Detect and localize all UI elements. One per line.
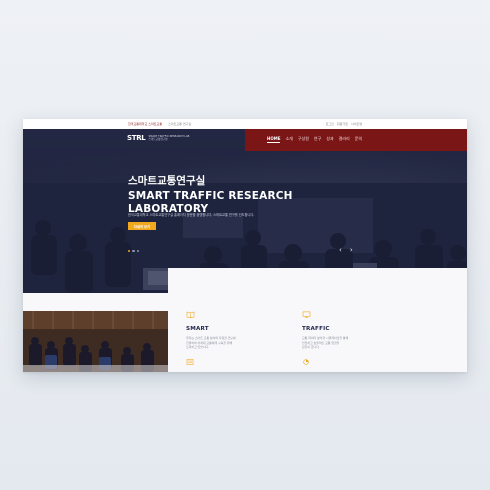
chart-icon [303,359,309,365]
nav-item-about[interactable]: 소개 [285,136,292,143]
feature-card-desc: 우리는 스마트 교통 분야의 다양한 연구를 [186,336,236,340]
nav-item-gallery[interactable]: 갤러리 [339,136,350,143]
nav-item-research[interactable]: 연구 [314,136,321,143]
hero-title-korean: 스마트교통연구실 [128,175,206,187]
nav-item-members[interactable]: 구성원 [298,136,309,143]
hero-title-english-line1: SMART TRAFFIC RESEARCH [128,190,293,202]
feature-card-title: TRAFFIC [302,326,330,332]
feature-card-smart: SMART 우리는 스마트 교통 분야의 다양한 연구를 진행하며 차세대 교통… [186,307,236,369]
logo-mark: STRL [127,134,146,142]
slider-dot-1[interactable] [128,250,131,253]
logo-subtitle: SMART TRAFFIC RESEARCH LAB 스마트교통연구실 [148,135,189,141]
slider-arrows: ‹ › [339,246,353,254]
login-link[interactable]: 로그인 [326,122,334,126]
slider-dot-2[interactable] [132,250,135,253]
slider-dot-3[interactable] [136,250,140,253]
sitemap-link[interactable]: 사이트맵 [351,122,362,126]
nav-item-home[interactable]: HOME [267,136,281,143]
feature-card-desc: 교통 데이터 분석과 시뮬레이션을 통해 [302,336,349,340]
monitor-icon [302,311,311,318]
slider-prev-icon[interactable]: ‹ [339,246,342,254]
hero-more-button[interactable]: 자세히 보기 [128,222,156,230]
site-logo[interactable]: STRL SMART TRAFFIC RESEARCH LAB 스마트교통연구실 [127,134,189,142]
slider-next-icon[interactable]: › [350,246,353,254]
slider-dots [128,250,140,253]
signup-link[interactable]: 회원가입 [337,122,348,126]
intro-section: SMART 우리는 스마트 교통 분야의 다양한 연구를 진행하며 차세대 교통… [23,268,467,372]
website-mockup: 한국교통대학교 스마트교통 스마트교통 연구실 로그인 회원가입 사이트맵 HO… [23,119,467,372]
logo-subtitle-kr: 스마트교통연구실 [148,138,168,141]
utility-bar: 한국교통대학교 스마트교통 스마트교통 연구실 로그인 회원가입 사이트맵 [23,119,467,129]
nav-item-contact[interactable]: 문의 [355,136,362,143]
lab-seminar-photo [23,311,168,372]
hero-title: 스마트교통연구실 SMART TRAFFIC RESEARCH LABORATO… [128,173,293,215]
feature-card-desc: 노력하고 있습니다. [186,345,210,350]
main-nav: HOME 소개 구성원 연구 성과 갤러리 문의 [267,136,362,143]
feature-card-title: SMART [186,326,209,332]
feature-card-traffic: TRAFFIC 교통 데이터 분석과 시뮬레이션을 통해 안전하고 효율적인 교… [302,307,348,369]
feature-card-desc: 만들어 갑니다. [302,345,320,350]
document-icon [186,358,194,365]
utility-link-university[interactable]: 한국교통대학교 스마트교통 [128,122,162,126]
nav-item-results[interactable]: 성과 [326,136,333,143]
utility-link-lab[interactable]: 스마트교통 연구실 [168,122,191,126]
book-icon [186,311,195,318]
hero-description: 한국교통대학교 스마트교통연구실 홈페이지 방문을 환영합니다. 스마트교통 연… [128,213,255,217]
